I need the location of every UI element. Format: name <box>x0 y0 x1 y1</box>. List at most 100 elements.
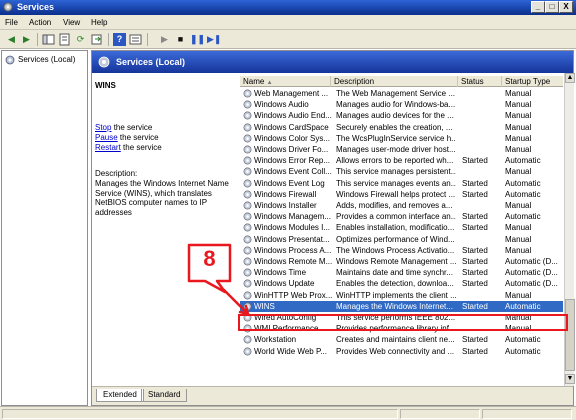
scroll-thumb[interactable] <box>565 299 575 371</box>
service-name: WinHTTP Web Prox... <box>254 290 333 300</box>
table-row[interactable]: Windows Installer Adds, modifies, and rem… <box>240 200 563 211</box>
table-row[interactable]: Windows CardSpace Securely enables the cr… <box>240 122 563 133</box>
maximize-button[interactable]: □ <box>545 1 559 13</box>
help-icon[interactable]: ? <box>113 33 126 46</box>
column-header-name[interactable]: Name ▲ <box>240 76 331 87</box>
table-row[interactable]: Windows Driver Fo... Manages user-mode dr… <box>240 144 563 155</box>
title-bar: Services _ □ X <box>0 0 576 15</box>
table-row[interactable]: Windows Managem... Provides a common inte… <box>240 211 563 222</box>
start-icon[interactable]: ▶ <box>158 33 171 46</box>
stop-link[interactable]: Stop <box>95 123 111 132</box>
properties-icon[interactable] <box>58 33 71 46</box>
menu-action[interactable]: Action <box>29 17 51 28</box>
service-startup-type: Manual <box>505 201 532 210</box>
service-gear-icon <box>243 134 252 143</box>
refresh-icon[interactable]: ⟳ <box>74 33 87 46</box>
table-row[interactable]: Windows Audio Manages audio for Windows-b… <box>240 99 563 110</box>
service-startup-type: Manual <box>505 167 532 177</box>
scroll-up-icon[interactable]: ▲ <box>565 73 575 83</box>
table-row[interactable]: Windows Presentat... Optimizes performanc… <box>240 234 563 245</box>
table-row[interactable]: Windows Remote M... Windows Remote Manage… <box>240 256 563 267</box>
service-startup-type: Manual <box>505 324 532 334</box>
stop-icon[interactable]: ■ <box>174 33 187 46</box>
service-status <box>462 144 502 155</box>
service-startup-type: Automatic <box>505 156 541 166</box>
table-row[interactable]: WinHTTP Web Prox... WinHTTP implements th… <box>240 290 563 301</box>
service-name: Windows Event Coll... <box>254 167 332 177</box>
service-gear-icon <box>243 268 252 277</box>
back-icon[interactable]: ◀ <box>5 33 18 46</box>
table-row[interactable]: Windows Event Log This service manages ev… <box>240 178 563 189</box>
service-startup-type: Automatic <box>505 346 541 356</box>
service-status <box>462 122 502 133</box>
service-description: Manages audio devices for the ... <box>336 111 454 121</box>
service-gear-icon <box>243 179 252 188</box>
service-status: Started <box>462 279 488 289</box>
console-tree-icon[interactable] <box>42 33 55 46</box>
status-pane <box>482 409 572 419</box>
step-callout: 8 <box>187 243 232 294</box>
table-row[interactable]: Windows Update Enables the detection, dow… <box>240 278 563 289</box>
service-status <box>462 200 502 211</box>
service-startup-type: Automatic <box>505 301 541 311</box>
menu-view[interactable]: View <box>63 17 80 28</box>
table-row[interactable]: Windows Color Sys... The WcsPlugInService… <box>240 133 563 144</box>
callout-number: 8 <box>203 246 216 271</box>
service-name: WINS <box>254 301 275 311</box>
column-header-description[interactable]: Description <box>331 76 458 87</box>
services-app-icon <box>3 2 13 12</box>
column-header-startup-type[interactable]: Startup Type <box>502 76 563 87</box>
menu-help[interactable]: Help <box>91 17 107 28</box>
service-gear-icon <box>243 324 252 333</box>
restart-icon[interactable]: ▶❚ <box>207 33 221 46</box>
table-row[interactable]: Windows Modules I... Enables installation… <box>240 222 563 233</box>
service-description: Provides Web connectivity and ... <box>336 346 455 356</box>
view-tabs: Extended Standard <box>92 386 573 405</box>
export-icon[interactable] <box>90 33 103 46</box>
pause-link[interactable]: Pause <box>95 133 118 142</box>
minimize-button[interactable]: _ <box>531 1 545 13</box>
tab-extended[interactable]: Extended <box>96 389 144 402</box>
table-row[interactable]: WMI Performance ... Provides performance … <box>240 323 563 334</box>
table-row[interactable]: Web Management ... The Web Management Ser… <box>240 88 563 99</box>
column-header-status[interactable]: Status <box>458 76 502 87</box>
service-description: Securely enables the creation, ... <box>336 122 453 132</box>
service-description: Enables installation, modificatio... <box>336 223 455 233</box>
restart-link[interactable]: Restart <box>95 143 121 152</box>
menu-bar: File Action View Help <box>0 15 576 30</box>
table-row[interactable]: Windows Event Coll... This service manage… <box>240 166 563 177</box>
service-gear-icon <box>243 123 252 132</box>
service-name: Windows Managem... <box>254 212 331 222</box>
window-title: Services <box>17 2 55 12</box>
pause-icon[interactable]: ❚❚ <box>190 33 205 46</box>
service-details: WINS Stop the service Pause the service … <box>92 73 239 386</box>
forward-icon[interactable]: ▶ <box>20 33 33 46</box>
service-gear-icon <box>243 167 252 176</box>
service-name: Windows Time <box>254 268 307 278</box>
console-tree: Services (Local) <box>1 50 88 406</box>
view-icon[interactable] <box>129 33 142 46</box>
service-status <box>462 166 502 177</box>
tree-item-services-local[interactable]: Services (Local) <box>5 54 75 65</box>
table-row[interactable]: Windows Process A... The Windows Process … <box>240 245 563 256</box>
vertical-scrollbar[interactable]: ▲ ▼ <box>564 73 575 386</box>
scroll-down-icon[interactable]: ▼ <box>565 374 575 384</box>
service-startup-type: Manual <box>505 100 532 110</box>
service-gear-icon <box>243 302 252 311</box>
service-startup-type: Automatic (D... <box>505 279 558 289</box>
close-button[interactable]: X <box>559 1 573 13</box>
service-gear-icon <box>243 246 252 255</box>
service-status: Started <box>462 268 488 278</box>
table-row[interactable]: Windows Firewall Windows Firewall helps p… <box>240 189 563 200</box>
menu-file[interactable]: File <box>5 17 18 28</box>
service-description: Manages audio for Windows-ba... <box>336 100 456 110</box>
table-row[interactable]: Windows Audio End... Manages audio device… <box>240 110 563 121</box>
table-row[interactable]: Windows Error Rep... Allows errors to be … <box>240 155 563 166</box>
table-row[interactable]: Wired AutoConfig This service performs IE… <box>240 312 563 323</box>
tab-standard[interactable]: Standard <box>141 389 188 402</box>
table-row[interactable]: World Wide Web P... Provides Web connecti… <box>240 346 563 357</box>
table-row[interactable]: Windows Time Maintains date and time sync… <box>240 267 563 278</box>
column-name-label: Name <box>243 77 265 86</box>
table-row[interactable]: WINS Manages the Windows Internet... Start… <box>240 300 563 312</box>
table-row[interactable]: Workstation Creates and maintains client … <box>240 334 563 345</box>
